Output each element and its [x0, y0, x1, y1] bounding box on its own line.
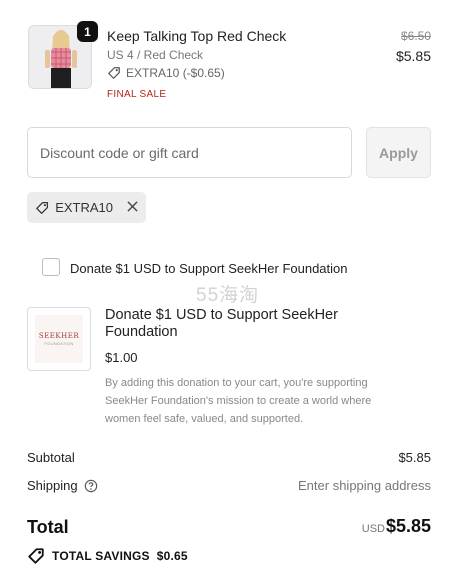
donation-logo: SEEKHER FOUNDATION [35, 315, 83, 363]
tag-icon [36, 201, 49, 214]
savings-label: TOTAL SAVINGS [52, 549, 150, 563]
product-discount: EXTRA10 (-$0.65) [107, 66, 225, 80]
final-sale-label: FINAL SALE [107, 89, 167, 100]
original-price: $6.50 [400, 29, 431, 43]
shipping-label: Shipping [27, 478, 78, 493]
apply-button[interactable]: Apply [366, 127, 431, 178]
discount-code-input[interactable] [27, 127, 352, 178]
currency-label: USD [361, 523, 385, 535]
subtotal-label: Subtotal [27, 450, 75, 465]
total-label: Total [27, 517, 69, 537]
total-savings: TOTAL SAVINGS $0.65 [27, 547, 188, 565]
remove-discount-icon[interactable] [127, 199, 138, 216]
applied-discount-chip: EXTRA10 [27, 192, 146, 223]
tag-icon [108, 67, 120, 79]
product-discount-label: EXTRA10 (-$0.65) [126, 66, 225, 80]
donation-checkbox-label[interactable]: Donate $1 USD to Support SeekHer Foundat… [70, 261, 348, 276]
help-icon[interactable] [84, 479, 98, 493]
product-variant: US 4 / Red Check [107, 48, 204, 62]
product-title: Keep Talking Top Red Check [107, 28, 287, 44]
donation-price: $1.00 [105, 350, 138, 365]
shipping-row: Shipping [27, 478, 98, 493]
product-price: $5.85 [395, 48, 431, 64]
subtotal-value: $5.85 [398, 450, 431, 465]
close-icon [127, 201, 138, 212]
applied-discount-code: EXTRA10 [55, 200, 113, 215]
donation-description: By adding this donation to your cart, yo… [105, 377, 372, 425]
donation-checkbox[interactable] [42, 258, 60, 276]
donation-title: Donate $1 USD to Support SeekHer Foundat… [105, 307, 338, 340]
shipping-value: Enter shipping address [298, 478, 431, 493]
tag-icon [28, 548, 44, 564]
watermark: 55海淘 [196, 285, 260, 306]
donation-thumbnail: SEEKHER FOUNDATION [27, 307, 91, 371]
quantity-badge: 1 [77, 21, 98, 42]
savings-value: $0.65 [156, 549, 188, 563]
total-value: $5.85 [385, 516, 431, 536]
